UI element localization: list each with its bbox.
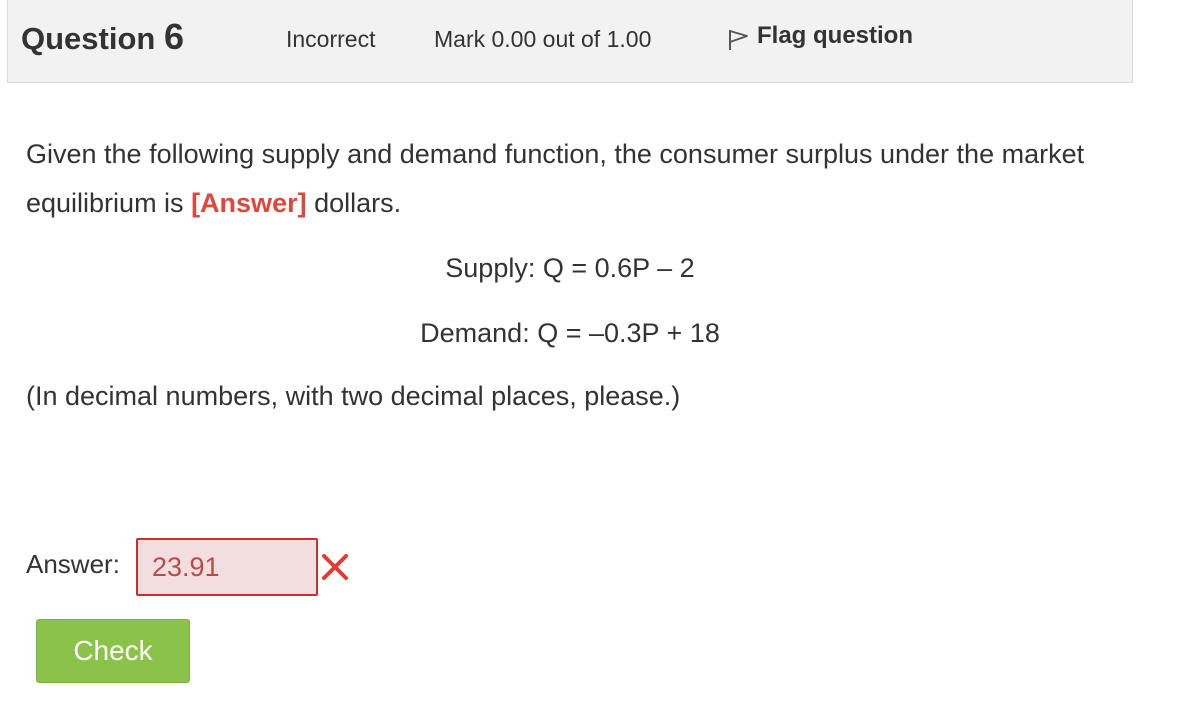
question-title: Question 6 [21,16,184,58]
flag-icon [729,30,748,50]
answer-label: Answer: [26,549,120,579]
cross-icon [322,554,348,580]
flag-question-label: Flag question [757,22,913,49]
answer-input[interactable] [136,538,318,596]
answer-placeholder-tag: [Answer] [191,188,307,218]
demand-equation: Demand: Q = –0.3P + 18 [420,318,720,348]
question-text-part2: dollars. [306,188,402,218]
flag-question-link[interactable]: Flag question [727,22,913,51]
question-text: Given the following supply and demand fu… [26,130,1146,228]
question-state: Incorrect [286,26,376,52]
question-number: 6 [163,16,184,57]
question-grade: Mark 0.00 out of 1.00 [434,26,652,52]
question-info-bar: Question 6 Incorrect Mark 0.00 out of 1.… [7,0,1133,83]
format-note: (In decimal numbers, with two decimal pl… [26,381,681,411]
question-title-prefix: Question [21,21,156,56]
check-button[interactable]: Check [36,619,190,683]
supply-equation: Supply: Q = 0.6P – 2 [445,253,695,283]
question-text-part1: Given the following supply and demand fu… [26,139,1085,218]
